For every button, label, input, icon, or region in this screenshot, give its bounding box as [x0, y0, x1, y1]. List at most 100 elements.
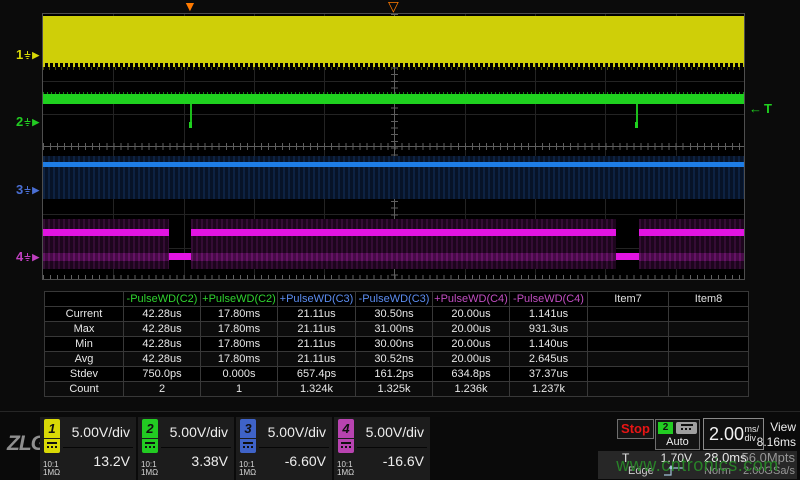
channel4-badge[interactable]: 4 — [338, 419, 354, 438]
measure-cell: 30.50ns — [356, 307, 433, 322]
measure-cell: 21.11us — [278, 337, 356, 352]
channel2-coupling-icon[interactable] — [142, 439, 158, 453]
ch3-reference-marker[interactable]: 3 ▶ — [16, 183, 42, 197]
channel1-badge[interactable]: 1 — [44, 419, 60, 438]
measure-cell: 1.140us — [510, 337, 588, 352]
ch4-pulse-low — [169, 253, 191, 260]
measure-cell: 30.52ns — [356, 352, 433, 367]
ch2-reference-marker[interactable]: 2 ▶ — [16, 115, 42, 129]
measure-cell: 20.00us — [433, 337, 510, 352]
measure-cell — [588, 337, 669, 352]
measure-cell — [669, 337, 749, 352]
measure-cell: 42.28us — [124, 337, 201, 352]
measure-cell: 21.11us — [278, 352, 356, 367]
channel4-coupling-icon[interactable] — [338, 439, 354, 453]
ch4-substripe — [639, 253, 745, 261]
measure-cell: 1.141us — [510, 307, 588, 322]
channel1-probe: 10:11MΩ — [43, 461, 60, 477]
ch2-spike-dot — [189, 122, 192, 128]
measure-cell: 31.00ns — [356, 322, 433, 337]
timebase-box[interactable]: 2.00 ms/div — [703, 418, 764, 450]
measure-cell — [669, 307, 749, 322]
view-label: View — [770, 420, 796, 434]
waveform-display[interactable] — [42, 13, 745, 280]
measure-cell: 1.325k — [356, 382, 433, 397]
ch4-reference-marker[interactable]: 4 ▶ — [16, 250, 42, 264]
measure-cell: 2.645us — [510, 352, 588, 367]
channel3-probe: 10:11MΩ — [239, 461, 256, 477]
ch4-marker-arrow-icon: ▶ — [32, 250, 39, 264]
measure-row: Count211.324k1.325k1.236k1.237k — [45, 382, 749, 397]
measure-cell: 161.2ps — [356, 367, 433, 382]
measure-cell: 42.28us — [124, 322, 201, 337]
ch4-trace — [191, 229, 616, 236]
measure-cell — [588, 367, 669, 382]
measure-cell — [588, 322, 669, 337]
status-bar: ZLG® 1 5.00V/div 13.2V 10:11MΩ 2 5.00V/d… — [0, 411, 800, 480]
measure-cell: 37.37us — [510, 367, 588, 382]
measure-cell — [588, 382, 669, 397]
view-value: 8.16ms — [757, 435, 796, 449]
ch3-trace — [43, 162, 744, 167]
measure-column-header: +PulseWD(C4) — [433, 292, 510, 307]
ch4-noise-band — [639, 219, 745, 269]
trigger-level-letter: T — [764, 101, 774, 116]
ch1-marker-number: 1 — [16, 48, 23, 62]
channel1-scale: 5.00V/div — [72, 424, 130, 440]
ch1-reference-marker[interactable]: 1 ▶ — [16, 48, 42, 62]
watermark: www.cntronics.com — [598, 451, 797, 479]
ch3-marker-arrow-icon: ▶ — [32, 183, 39, 197]
ch3-marker-number: 3 — [16, 183, 23, 197]
channel3-scale: 5.00V/div — [268, 424, 326, 440]
measure-row-label: Stdev — [45, 367, 124, 382]
measure-cell: 17.80ms — [201, 322, 278, 337]
measure-cell: 2 — [124, 382, 201, 397]
ch1-marker-arrow-icon: ▶ — [32, 48, 39, 62]
measure-cell: 30.00ns — [356, 337, 433, 352]
measure-row-label: Max — [45, 322, 124, 337]
measure-cell: 20.00us — [433, 307, 510, 322]
bottom-axis-ticks — [43, 275, 744, 280]
measure-column-header: Item7 — [588, 292, 669, 307]
measure-cell: 931.3us — [510, 322, 588, 337]
channel4-offset: -16.6V — [383, 453, 424, 469]
channel2-probe: 10:11MΩ — [141, 461, 158, 477]
measure-cell — [669, 367, 749, 382]
channel4-scale: 5.00V/div — [366, 424, 424, 440]
channel4-panel[interactable]: 4 5.00V/div -16.6V 10:11MΩ — [334, 417, 430, 480]
ground-icon — [24, 253, 31, 262]
channel1-panel[interactable]: 1 5.00V/div 13.2V 10:11MΩ — [40, 417, 136, 480]
measure-cell: 21.11us — [278, 322, 356, 337]
measure-row: Current42.28us17.80ms21.11us30.50ns20.00… — [45, 307, 749, 322]
trigger-coupling-icon — [676, 422, 697, 434]
measurement-panel[interactable]: -PulseWD(C2)+PulseWD(C2)+PulseWD(C3)-Pul… — [44, 291, 748, 397]
channel3-panel[interactable]: 3 5.00V/div -6.60V 10:11MΩ — [236, 417, 332, 480]
ch4-substripe — [191, 253, 616, 261]
measure-cell: 750.0ps — [124, 367, 201, 382]
ch2-marker-number: 2 — [16, 115, 23, 129]
trigger-source-box[interactable]: 2 Auto — [655, 419, 700, 450]
run-stop-button[interactable]: Stop — [617, 419, 654, 439]
channel1-coupling-icon[interactable] — [44, 439, 60, 453]
measure-column-header: -PulseWD(C2) — [124, 292, 201, 307]
ch2-marker-arrow-icon: ▶ — [32, 115, 39, 129]
trigger-position-marker-icon[interactable]: ▼ — [183, 0, 197, 13]
channel2-badge[interactable]: 2 — [142, 419, 158, 438]
measure-cell: 1 — [201, 382, 278, 397]
trigger-source-badge: 2 — [658, 422, 673, 434]
channel2-panel[interactable]: 2 5.00V/div 3.38V 10:11MΩ — [138, 417, 234, 480]
channel2-number: 2 — [146, 421, 153, 436]
measure-row-label: Count — [45, 382, 124, 397]
channel4-number: 4 — [342, 421, 349, 436]
ch4-trace — [43, 229, 169, 236]
measure-cell: 657.4ps — [278, 367, 356, 382]
measure-row: Max42.28us17.80ms21.11us31.00ns20.00us93… — [45, 322, 749, 337]
channel3-number: 3 — [244, 421, 251, 436]
ground-icon — [24, 186, 31, 195]
channel3-badge[interactable]: 3 — [240, 419, 256, 438]
center-position-marker-icon[interactable]: ▽ — [388, 0, 399, 13]
trigger-level-marker[interactable]: ←T — [749, 101, 774, 116]
channel3-coupling-icon[interactable] — [240, 439, 256, 453]
measure-cell — [669, 382, 749, 397]
timebase-value: 2.00 — [709, 424, 744, 445]
